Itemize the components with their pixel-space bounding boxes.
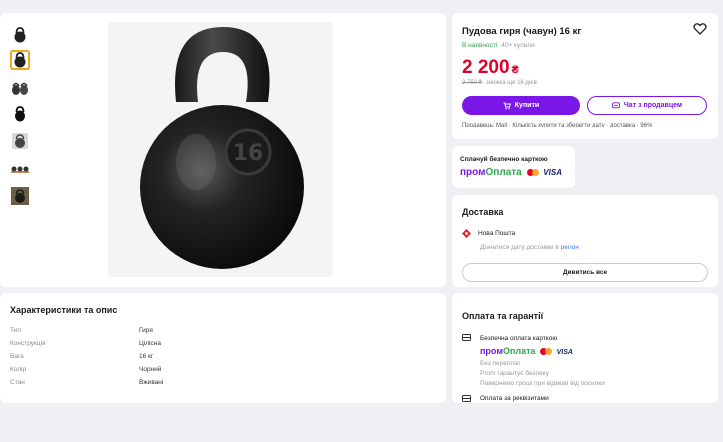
old-price-value: 2 750 ₴: [462, 80, 483, 86]
payment-title: Оплата та гарантії: [462, 311, 544, 321]
thumbnail-5[interactable]: [10, 131, 30, 151]
region-link[interactable]: регіон: [561, 244, 579, 251]
characteristic-key: Колір: [10, 366, 27, 373]
thumbnail-2[interactable]: [10, 50, 30, 70]
delivery-title: Доставка: [462, 207, 504, 217]
card-icon: [462, 334, 471, 341]
nova-poshta-icon: [462, 229, 471, 238]
seller-info-cut: Продавець: Mall · Кількість купити та зб…: [462, 123, 653, 127]
no-overpay-label: Без переплат: [480, 360, 521, 367]
product-main-image[interactable]: 16: [108, 22, 333, 277]
carrier-name: Нова Пошта: [478, 230, 516, 237]
characteristic-value: Чорний: [139, 366, 162, 373]
prom-pay-logo: промОплата VISA: [460, 167, 562, 178]
old-price: 2 750 ₴ знижка ще 16 днів: [462, 80, 537, 86]
currency-sign: ₴: [511, 64, 519, 76]
prom-pay-logo-2: промОплата VISA: [480, 346, 573, 356]
characteristic-value: Вживані: [139, 379, 164, 386]
bought-count: 40+ купили: [501, 42, 535, 49]
kettlebell-weight-label: 16: [233, 141, 264, 166]
prom-guarantee-label: Prom гарантує безпеку: [480, 370, 549, 377]
characteristic-key: Стан: [10, 379, 25, 386]
mastercard-icon: [526, 168, 539, 176]
discount-note: знижка ще 16 днів: [486, 80, 537, 86]
thumbnail-7[interactable]: [10, 186, 30, 206]
characteristics-title: Характеристики та опис: [10, 305, 118, 315]
stock-info: В наявності 40+ купили: [462, 42, 535, 49]
delivery-date-note: Дізнатися дату доставки в регіон: [480, 244, 579, 251]
characteristic-key: Тип: [10, 327, 21, 334]
characteristic-value: 16 кг: [139, 353, 154, 360]
mastercard-icon-2: [540, 348, 553, 356]
thumbnail-1[interactable]: [10, 25, 30, 45]
requisites-icon: [462, 395, 471, 402]
in-stock-label: В наявності: [462, 42, 498, 49]
view-all-delivery-button[interactable]: Дивитись все: [462, 263, 708, 282]
heart-icon[interactable]: [693, 22, 707, 36]
chat-button-label: Чат з продавцем: [623, 102, 683, 109]
safe-pay-title: Сплачуй безпечно карткою: [460, 156, 548, 163]
refund-label: Повернемо гроші при відмові від посилки: [480, 380, 605, 387]
product-title: Пудова гиря (чавун) 16 кг: [462, 26, 582, 37]
visa-logo-2: VISA: [556, 349, 573, 356]
card-pay-label: Безпечна оплата карткою: [480, 335, 558, 342]
characteristic-value: Гиря: [139, 327, 153, 334]
thumbnail-3[interactable]: [10, 78, 30, 98]
cart-icon: [503, 102, 511, 109]
requisites-label: Оплата за реквізитами: [480, 395, 549, 402]
chat-with-seller-button[interactable]: Чат з продавцем: [587, 96, 707, 115]
characteristic-key: Вага: [10, 353, 24, 360]
buy-button-label: Купити: [514, 102, 540, 109]
thumbnail-4[interactable]: [10, 104, 30, 124]
price: 2 200 ₴: [462, 57, 519, 79]
characteristic-value: Цілісна: [139, 340, 161, 347]
price-value: 2 200: [462, 57, 510, 78]
buy-button[interactable]: Купити: [462, 96, 580, 115]
chat-icon: [612, 101, 620, 108]
thumbnail-6[interactable]: [10, 159, 30, 179]
visa-logo: VISA: [543, 168, 562, 177]
characteristic-key: Конструкція: [10, 340, 46, 347]
